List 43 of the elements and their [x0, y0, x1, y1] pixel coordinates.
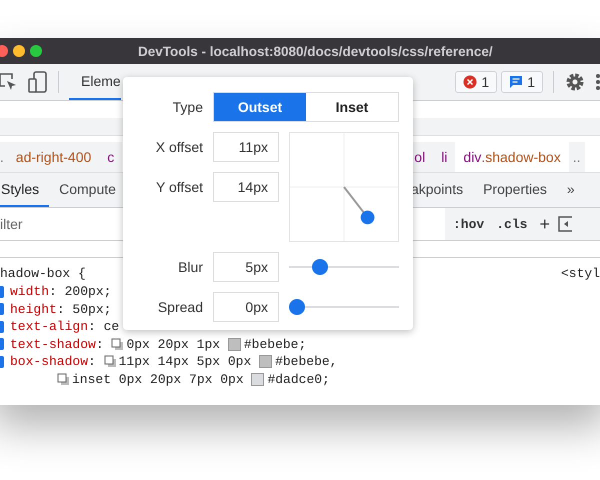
css-value: :: [88, 354, 97, 370]
panel-tab[interactable]: »: [556, 173, 585, 207]
breadcrumb[interactable]: c: [99, 142, 122, 172]
css-value: #bebebe;: [244, 336, 306, 352]
window-title: DevTools - localhost:8080/docs/devtools/css/reference/: [138, 44, 493, 58]
messages-button[interactable]: 1: [501, 71, 543, 93]
css-property: width: [10, 284, 50, 300]
css-value: : ce: [88, 319, 120, 334]
field-label: Type: [172, 99, 203, 115]
breadcrumb-overflow[interactable]: ..: [0, 142, 8, 172]
css-value: #bebebe,: [275, 354, 338, 370]
css-value: inset 0px 20px 7px 0px: [72, 372, 245, 387]
css-value: 11px 14px 5px 0px: [118, 354, 252, 370]
field-label: Spread: [156, 299, 203, 315]
css-value: #dadce0;: [267, 372, 330, 387]
new-rule-button[interactable]: +: [533, 214, 556, 234]
css-property: text-shadow: [10, 336, 96, 352]
toggle-button[interactable]: .cls: [490, 216, 534, 232]
css-selector: hadow-box {: [0, 266, 86, 281]
breadcrumb[interactable]: li: [433, 142, 456, 172]
panel-tab[interactable]: Compute: [49, 173, 116, 207]
toggle-button[interactable]: :hov: [447, 216, 490, 232]
value-field[interactable]: 5px: [213, 252, 279, 282]
errors-button[interactable]: 1: [455, 71, 498, 93]
value-field[interactable]: 11px: [213, 132, 279, 162]
field-label: Y offset: [155, 179, 203, 195]
panel-tab[interactable]: akpoints: [408, 173, 474, 207]
breadcrumb-overflow[interactable]: ..: [568, 142, 584, 172]
value-field[interactable]: 0px: [213, 292, 279, 322]
css-property: box-shadow: [10, 354, 88, 370]
value-field[interactable]: 14px: [213, 172, 279, 202]
field-label: X offset: [154, 139, 203, 155]
breadcrumb[interactable]: ad-right-400: [8, 142, 100, 172]
css-property: text-align: [10, 319, 88, 334]
panel-tab[interactable]: Properties: [473, 173, 557, 207]
css-property: height: [10, 302, 57, 317]
source-link[interactable]: <styl: [560, 266, 600, 281]
css-value: :: [96, 336, 105, 352]
field-label: Blur: [177, 259, 203, 275]
css-value: : 50px;: [56, 302, 112, 317]
css-value: : 200px;: [49, 284, 112, 300]
css-value: 0px 20px 1px: [126, 336, 222, 352]
type-option[interactable]: Outset: [214, 93, 306, 121]
